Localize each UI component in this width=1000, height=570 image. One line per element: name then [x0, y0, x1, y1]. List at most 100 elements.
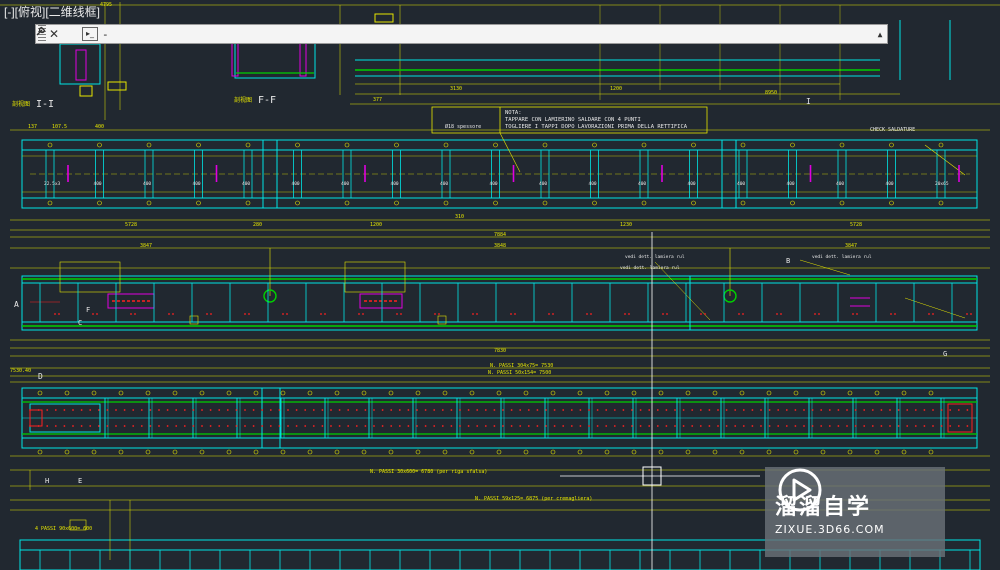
weld-dot: [286, 313, 288, 315]
hole-dot: [29, 425, 31, 427]
hole-dot: [106, 425, 109, 427]
hole-dot: [37, 425, 40, 427]
weld-dot: [54, 313, 56, 315]
hole-dot: [502, 409, 504, 411]
hole-dot: [373, 425, 375, 427]
hole-dot: [734, 409, 737, 411]
hole-dot: [355, 409, 358, 411]
hole-label: 400: [787, 181, 795, 187]
nota-line-2: TOGLIERE I TAPPI DOPO LAVORAZIONI PRIMA …: [505, 124, 688, 130]
hole-dot: [183, 409, 186, 411]
hole-dot: [115, 409, 117, 411]
hole-dot: [261, 425, 264, 427]
weld-dot: [58, 313, 60, 315]
hole-dot: [639, 425, 642, 427]
hole-dot: [519, 409, 522, 411]
bolt-circle: [901, 390, 907, 396]
band1-holes: 22.5x3 400 400 400 400 400 400 400 400 400 400 400 4…: [44, 181, 949, 187]
hole-dot: [665, 409, 668, 411]
hole-dot: [140, 425, 143, 427]
hole-dot: [149, 425, 152, 427]
hole-dot: [80, 425, 83, 427]
hole-label: 400: [341, 181, 349, 187]
hole-dot: [89, 425, 92, 427]
dim-band1-total: 7884: [494, 232, 506, 238]
hole-dot: [846, 409, 848, 411]
chevron-up-icon[interactable]: ▲: [873, 25, 887, 43]
wrench-icon[interactable]: [36, 25, 78, 43]
hole-dot: [269, 409, 272, 411]
bolt-circle: [295, 200, 300, 206]
bolt-circle: [542, 200, 548, 206]
weld-dot: [92, 313, 94, 315]
hole-dot: [957, 425, 960, 427]
hole-dot: [777, 409, 780, 411]
hole-dot: [149, 409, 152, 411]
hole-label: 400: [242, 181, 250, 187]
bolt-circle: [361, 390, 367, 396]
hole-label: 400: [94, 181, 102, 187]
bolt-circle: [226, 390, 232, 396]
drawing-viewport[interactable]: 22.5x3 400 400 400 400 400 400 400 400 400 400 400 4…: [0, 0, 1000, 570]
hole-dot: [527, 425, 530, 427]
hole-dot: [545, 425, 547, 427]
hole-dot: [536, 425, 539, 427]
viewport-label[interactable]: [-][俯视][二维线框]: [4, 3, 100, 20]
hole-dot: [140, 409, 143, 411]
hole-dot: [183, 425, 186, 427]
bolt-circle: [604, 390, 610, 396]
hole-dot: [373, 409, 375, 411]
hole-label: 400: [193, 181, 201, 187]
hole-dot: [433, 409, 436, 411]
hole-dot: [54, 409, 57, 411]
hole-dot: [321, 425, 324, 427]
bottom-dim-1: 4 PASSI 90x600= 600: [35, 526, 92, 532]
hole-dot: [390, 425, 393, 427]
hole-dot: [252, 425, 255, 427]
hole-dot: [347, 425, 350, 427]
bolt-circle: [226, 449, 232, 455]
command-line-bar[interactable]: ✕ ▸_ ▲: [35, 24, 888, 44]
command-input[interactable]: [98, 26, 873, 42]
bolt-circle: [793, 449, 799, 455]
section-prefix-2: 剖视图: [234, 96, 252, 104]
weld-dot: [742, 313, 744, 315]
hole-dot: [29, 409, 31, 411]
hole-dot: [949, 425, 952, 427]
hole-dot: [390, 409, 393, 411]
hole-dot: [648, 409, 651, 411]
weld-dot: [932, 313, 934, 315]
dim-band1-mid1: 1200: [370, 222, 382, 228]
hole-dot: [416, 409, 418, 411]
bolt-circle: [196, 200, 201, 206]
hole-label: 400: [143, 181, 151, 187]
nota-title: NOTA:: [505, 110, 522, 116]
dim-top-8: 4795: [100, 2, 112, 8]
dim-band1-left: 5728: [125, 222, 137, 228]
hole-dot: [742, 409, 745, 411]
close-icon[interactable]: ✕: [46, 25, 62, 43]
bolt-circle: [47, 200, 53, 206]
dim-top-5: 3130: [450, 86, 462, 92]
hole-dot: [527, 409, 530, 411]
bolt-circle: [493, 142, 498, 148]
hole-dot: [545, 409, 547, 411]
band2-ribs: [39, 283, 953, 322]
hole-dot: [656, 425, 659, 427]
command-prompt-icon: ▸_: [82, 27, 98, 41]
weld-dot: [358, 313, 360, 315]
marker-i: I: [806, 97, 811, 106]
hole-dot: [381, 409, 384, 411]
weld-dot: [928, 313, 930, 315]
bolt-circle: [550, 449, 556, 455]
drawing-text-layer: 剖视图 I-I 剖视图 F-F NOTA: TAPPARE CON LAMIER…: [10, 2, 947, 532]
hole-dot: [467, 425, 470, 427]
bolt-circle: [394, 142, 399, 148]
dim-band1-mid2: 1230: [620, 222, 632, 228]
dim-band2-3: 3847: [845, 243, 857, 249]
bolt-circle: [91, 390, 97, 396]
hole-dot: [166, 425, 169, 427]
hole-dot: [854, 409, 857, 411]
weld-dot: [894, 313, 896, 315]
hole-dot: [957, 409, 960, 411]
